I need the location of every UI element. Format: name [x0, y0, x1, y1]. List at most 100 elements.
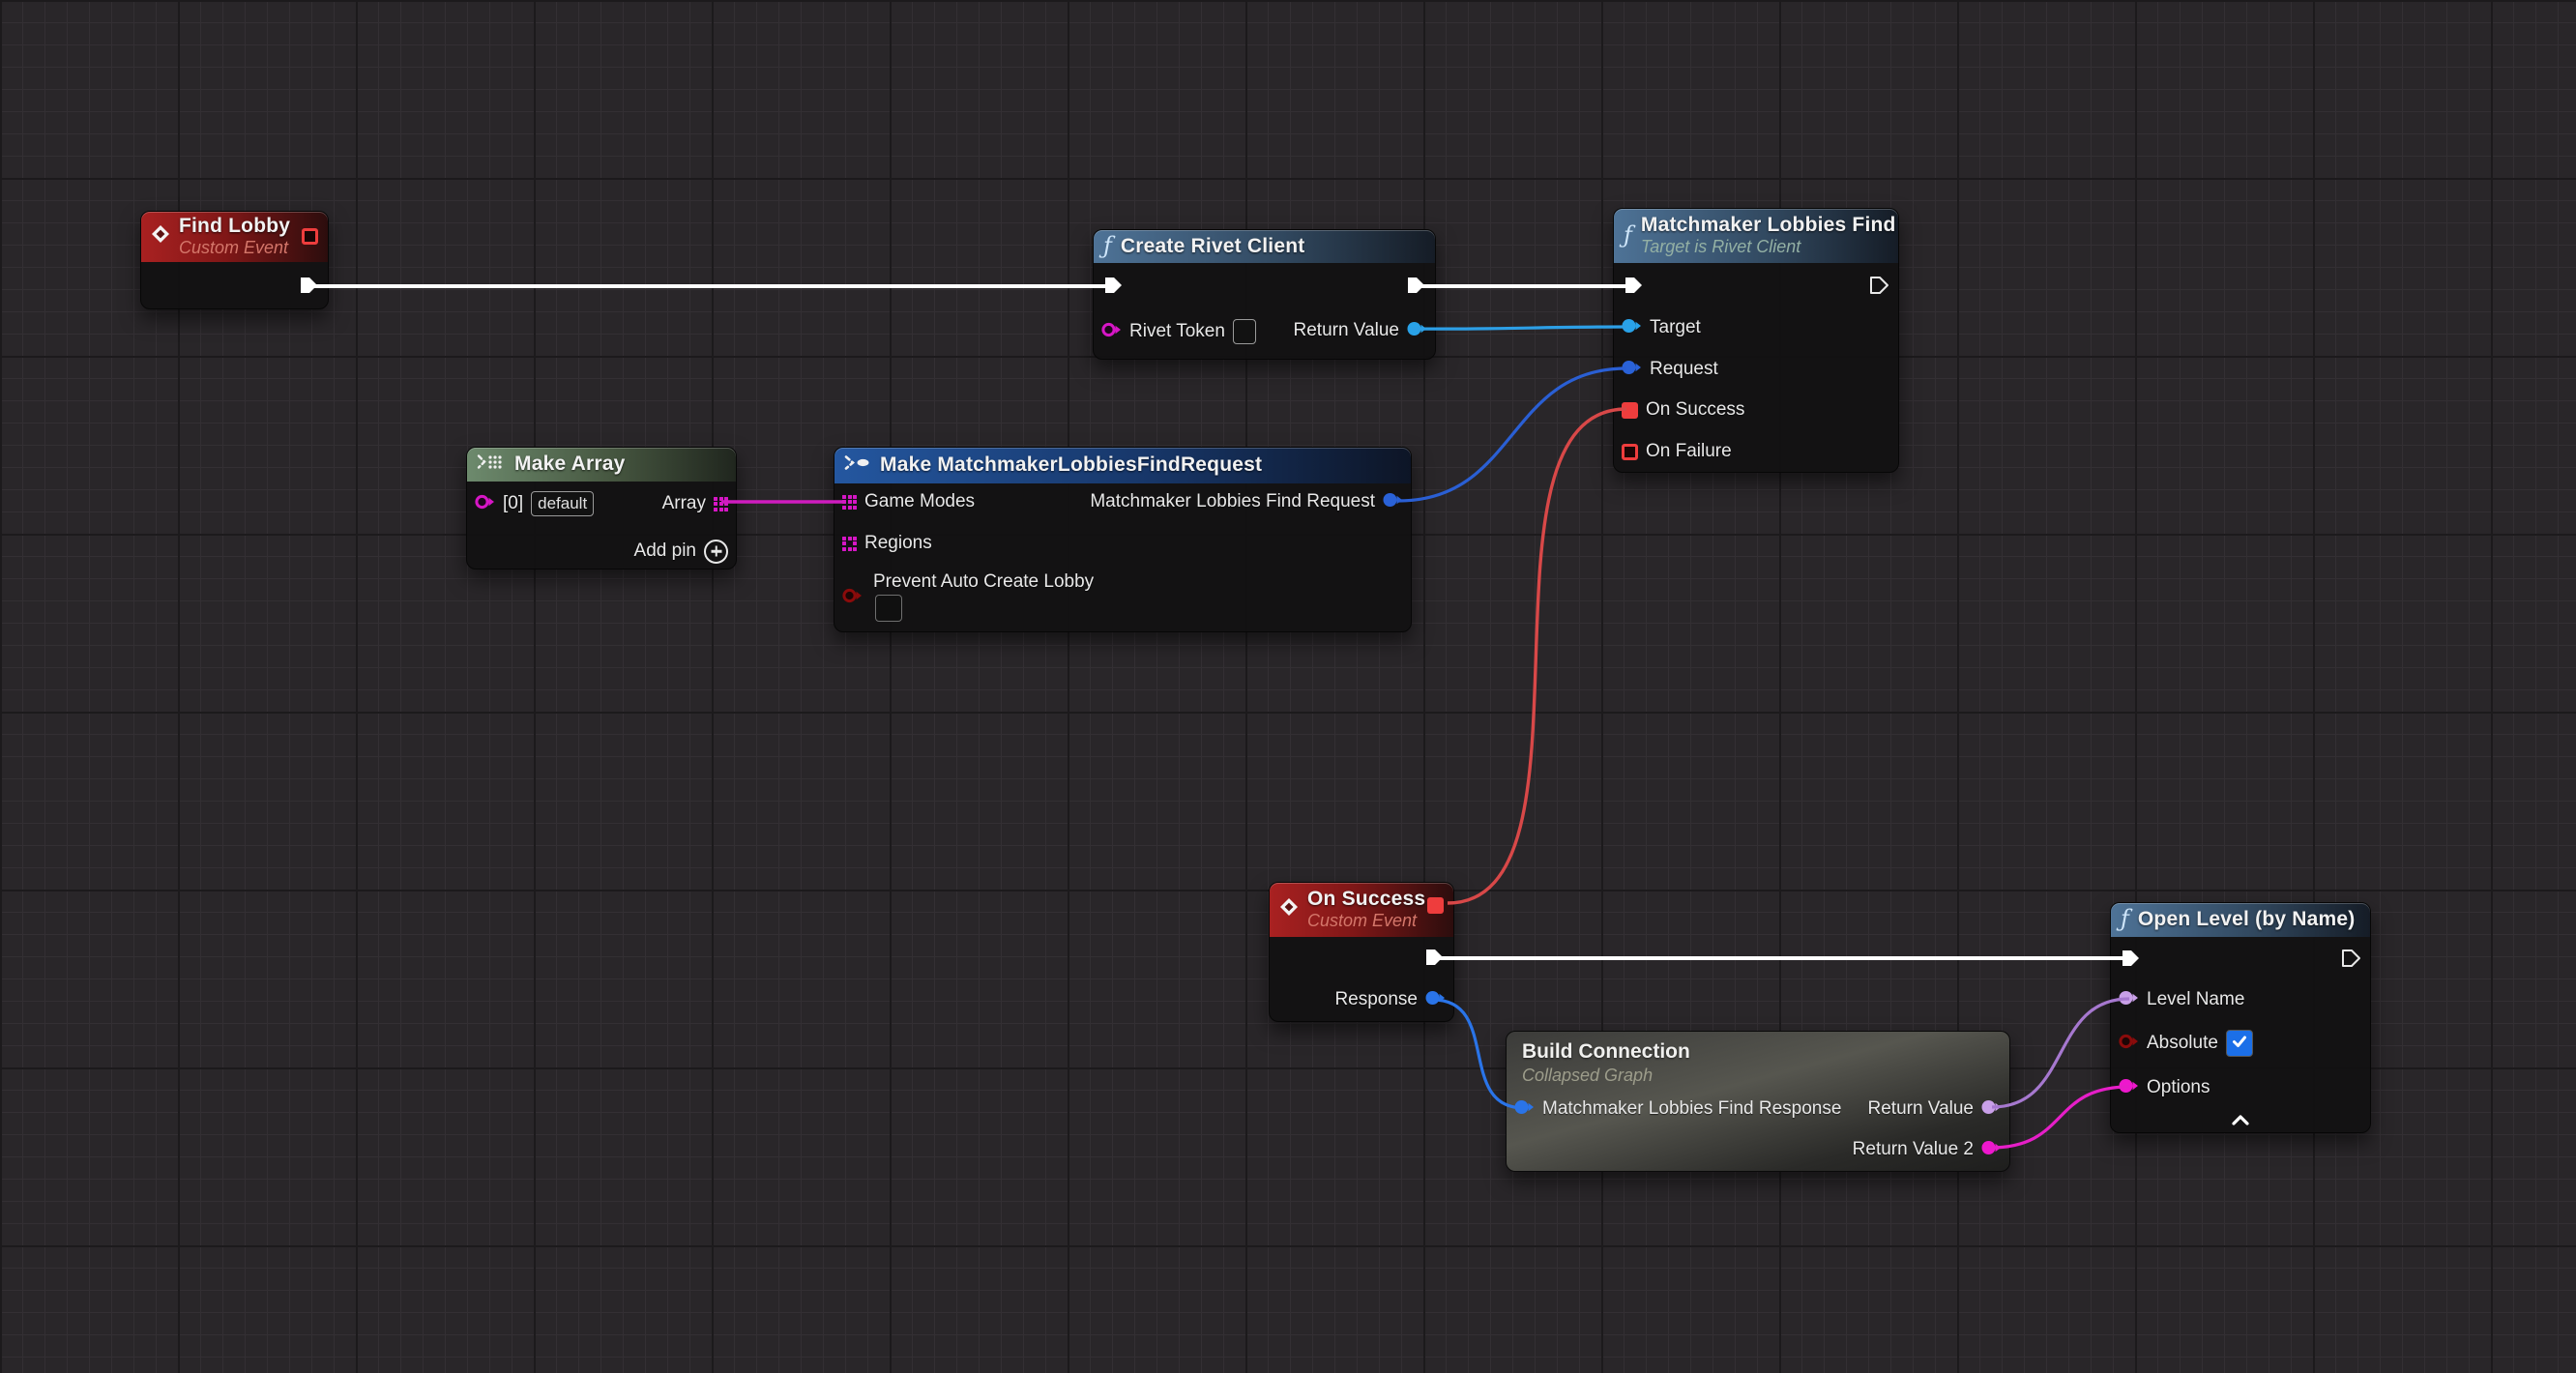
pin-label: Return Value — [1294, 320, 1400, 341]
make-struct-icon — [844, 454, 871, 476]
pin-label: Regions — [864, 533, 932, 554]
node-title: Find Lobby — [179, 214, 290, 238]
wire-delegate-onsuccess-event-to-onsuccess-pin[interactable] — [1448, 409, 1626, 903]
string-pin[interactable] — [475, 494, 495, 514]
pin-label: Absolute — [2147, 1033, 2218, 1054]
index0-row: [0] default — [475, 489, 594, 518]
wire-returnvalue-to-target[interactable] — [1412, 327, 1626, 329]
delegate-pin[interactable] — [1622, 444, 1638, 460]
node-title: Build Connection — [1522, 1039, 1690, 1065]
node-subtitle: Collapsed Graph — [1522, 1065, 1690, 1087]
node-title: Make MatchmakerLobbiesFindRequest — [880, 453, 1262, 477]
pin-label: Return Value — [1868, 1098, 1975, 1120]
node-header: Build Connection Collapsed Graph — [1522, 1039, 1690, 1087]
string-pin[interactable] — [1101, 322, 1122, 342]
return-value-row: Return Value — [1868, 1095, 2003, 1124]
request-out-row: Matchmaker Lobbies Find Request — [1090, 487, 1403, 516]
object-pin[interactable] — [1407, 321, 1427, 341]
wire-returnvalue2-to-options[interactable] — [1990, 1087, 2129, 1148]
wire-findrequest-to-request[interactable] — [1398, 368, 1626, 501]
pin-label: Options — [2147, 1077, 2210, 1098]
target-row: Target — [1622, 313, 1701, 342]
make-array-icon — [477, 453, 506, 475]
pin-label: Target — [1650, 317, 1701, 338]
bool-pin[interactable] — [2119, 1034, 2139, 1054]
node-header: ƒ Create Rivet Client — [1094, 230, 1435, 263]
collapse-chevron-icon[interactable] — [2230, 1114, 2251, 1131]
check-icon — [2231, 1033, 2248, 1055]
string-pin[interactable] — [1981, 1140, 2002, 1160]
exec-out-row — [1867, 273, 1890, 302]
node-matchmaker-lobbies-find[interactable]: ƒ Matchmaker Lobbies Find Target is Rive… — [1613, 208, 1899, 473]
regions-row: Regions — [842, 529, 932, 558]
exec-out-pin[interactable] — [1867, 275, 1890, 301]
custom-event-diamond-icon — [1279, 897, 1299, 921]
index0-input[interactable]: default — [531, 491, 594, 516]
response-row: Response — [1334, 985, 1446, 1014]
pin-label: Rivet Token — [1129, 321, 1225, 342]
exec-out-row — [2339, 946, 2362, 975]
response-in-row: Matchmaker Lobbies Find Response — [1514, 1095, 1841, 1124]
array-pin[interactable] — [842, 537, 857, 551]
node-find-lobby-header: Find Lobby Custom Event — [141, 212, 328, 262]
node-make-array[interactable]: Make Array [0] default Array Add pin — [466, 447, 737, 570]
return-value-row: Return Value — [1294, 316, 1428, 345]
blueprint-graph-canvas[interactable]: Find Lobby Custom Event ƒ Create Rivet C… — [0, 0, 2576, 1373]
function-icon: ƒ — [1103, 234, 1112, 257]
pin-label: Request — [1650, 359, 1718, 380]
function-icon: ƒ — [2121, 907, 2129, 930]
name-pin[interactable] — [1981, 1099, 2002, 1120]
pin-label: Array — [662, 493, 706, 514]
node-title: Matchmaker Lobbies Find — [1641, 213, 1896, 237]
node-find-lobby[interactable]: Find Lobby Custom Event — [140, 211, 329, 309]
prevent-auto-create-lobby-checkbox[interactable] — [875, 595, 902, 622]
add-pin-icon[interactable] — [704, 540, 728, 564]
rivet-token-input[interactable] — [1233, 319, 1256, 344]
return-value-2-row: Return Value 2 — [1853, 1135, 2002, 1164]
pin-label: Matchmaker Lobbies Find Response — [1542, 1098, 1841, 1120]
request-row: Request — [1622, 355, 1718, 384]
node-title: Open Level (by Name) — [2138, 908, 2356, 931]
array-pin[interactable] — [714, 497, 728, 511]
custom-event-diamond-icon — [151, 224, 170, 248]
node-create-rivet-client[interactable]: ƒ Create Rivet Client Rivet Token Return… — [1093, 229, 1436, 360]
options-row: Options — [2119, 1073, 2210, 1102]
exec-out-pin[interactable] — [2339, 948, 2362, 974]
node-header: Make MatchmakerLobbiesFindRequest — [834, 448, 1411, 483]
on-success-row: On Success — [1622, 395, 1744, 424]
absolute-checkbox[interactable] — [2226, 1030, 2253, 1057]
node-open-level-by-name[interactable]: ƒ Open Level (by Name) Level Name Absolu… — [2110, 902, 2371, 1133]
node-subtitle: Custom Event — [179, 238, 290, 259]
node-header: Make Array — [467, 448, 736, 482]
pin-label: Game Modes — [864, 491, 975, 512]
wire-returnvalue-to-levelname[interactable] — [1992, 999, 2129, 1107]
game-modes-row: Game Modes — [842, 487, 975, 516]
pin-label: [0] — [503, 493, 523, 514]
pin-label: Response — [1334, 989, 1418, 1010]
pin-label: Matchmaker Lobbies Find Request — [1090, 491, 1375, 512]
node-title: Make Array — [514, 453, 625, 476]
level-name-row: Level Name — [2119, 985, 2244, 1014]
pin-label: Prevent Auto Create Lobby — [873, 571, 1094, 593]
node-make-matchmakerlobbiesfindrequest[interactable]: Make MatchmakerLobbiesFindRequest Game M… — [834, 447, 1412, 632]
function-icon: ƒ — [1624, 223, 1632, 247]
node-title: On Success — [1307, 887, 1425, 911]
rivet-token-row: Rivet Token — [1101, 317, 1256, 346]
pin-label: Return Value 2 — [1853, 1139, 1974, 1160]
node-build-connection[interactable]: Build Connection Collapsed Graph Matchma… — [1506, 1031, 2010, 1172]
node-header: ƒ Open Level (by Name) — [2111, 903, 2370, 937]
add-pin-row: Add pin — [634, 537, 728, 566]
node-subtitle: Custom Event — [1307, 911, 1425, 932]
delegate-pin[interactable] — [1427, 897, 1444, 914]
pin-label: On Success — [1646, 399, 1744, 421]
pin-label: On Failure — [1646, 441, 1732, 462]
node-subtitle: Target is Rivet Client — [1641, 237, 1896, 258]
node-title: Create Rivet Client — [1121, 235, 1305, 258]
on-failure-row: On Failure — [1622, 437, 1732, 466]
add-pin-label: Add pin — [634, 540, 696, 562]
node-header: ƒ Matchmaker Lobbies Find Target is Rive… — [1614, 209, 1898, 263]
node-on-success-event[interactable]: On Success Custom Event Response — [1269, 882, 1454, 1022]
absolute-row: Absolute — [2119, 1029, 2253, 1058]
bool-pin[interactable] — [842, 588, 863, 608]
delegate-pin[interactable] — [302, 228, 318, 245]
